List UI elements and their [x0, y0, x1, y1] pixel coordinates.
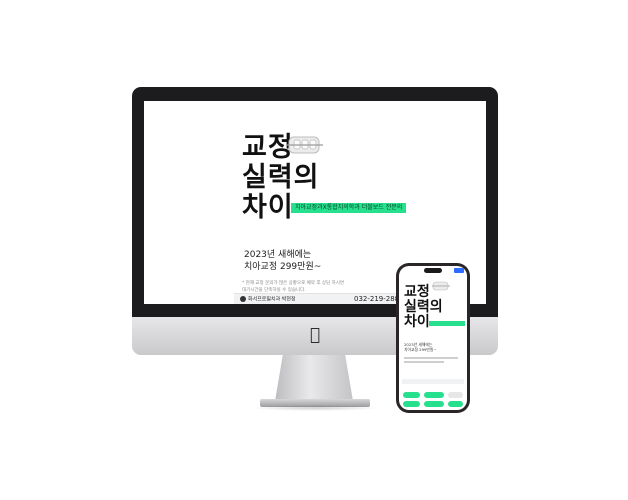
braces-image: [285, 131, 325, 159]
phone-pill[interactable]: [448, 392, 463, 398]
phone-notice-line: [404, 361, 444, 363]
phone-mockup: 교정 실력의 차이 2023년 새해에는 치아교정 299만원~: [396, 263, 470, 413]
phone-pill[interactable]: [403, 401, 420, 407]
phone-promo-line-2: 치아교정 299만원~: [404, 347, 437, 352]
desktop-headline-line-2: 실력의: [242, 162, 320, 193]
clinic-name: 화서프로필치과 박현정: [240, 296, 296, 304]
promo-line-2: 치아교정 299만원~: [244, 262, 322, 272]
phone-promo-text: 2023년 새해에는 치아교정 299만원~: [404, 342, 437, 352]
phone-specialist-tag: [429, 321, 465, 326]
specialist-tag: 치아교정과X통합치의학과 더블보드 전문의: [291, 203, 407, 213]
phone-screen: 교정 실력의 차이 2023년 새해에는 치아교정 299만원~: [399, 266, 467, 410]
promo-line-1: 2023년 새해에는: [244, 250, 312, 260]
apple-logo-icon: : [307, 326, 323, 344]
phone-braces-image: [432, 279, 450, 293]
phone-pill[interactable]: [403, 392, 420, 398]
stand-shadow: [250, 405, 380, 411]
phone-badge: [454, 268, 464, 273]
imac-stand: [275, 355, 353, 401]
phone-pill[interactable]: [424, 392, 444, 398]
clinic-logo-icon: [240, 296, 246, 302]
promo-text: 2023년 새해에는 치아교정 299만원~: [244, 249, 321, 273]
notice-line-1: * 현재 교정 문의가 많은 상황으로 예약 후 상담 하시면: [242, 281, 345, 286]
phone-notch: [424, 268, 442, 273]
phone-notice-line: [404, 357, 458, 359]
phone-headline-line-2: 실력의: [404, 299, 443, 315]
notice-text: * 현재 교정 문의가 많은 상황으로 예약 후 상담 하시면 대기시간을 단축…: [242, 280, 382, 294]
phone-notice: [404, 357, 462, 365]
phone-footer-bar: [402, 379, 464, 384]
phone-pill[interactable]: [448, 401, 463, 407]
phone-pill[interactable]: [424, 401, 444, 407]
clinic-name-label: 화서프로필치과 박현정: [248, 296, 296, 303]
